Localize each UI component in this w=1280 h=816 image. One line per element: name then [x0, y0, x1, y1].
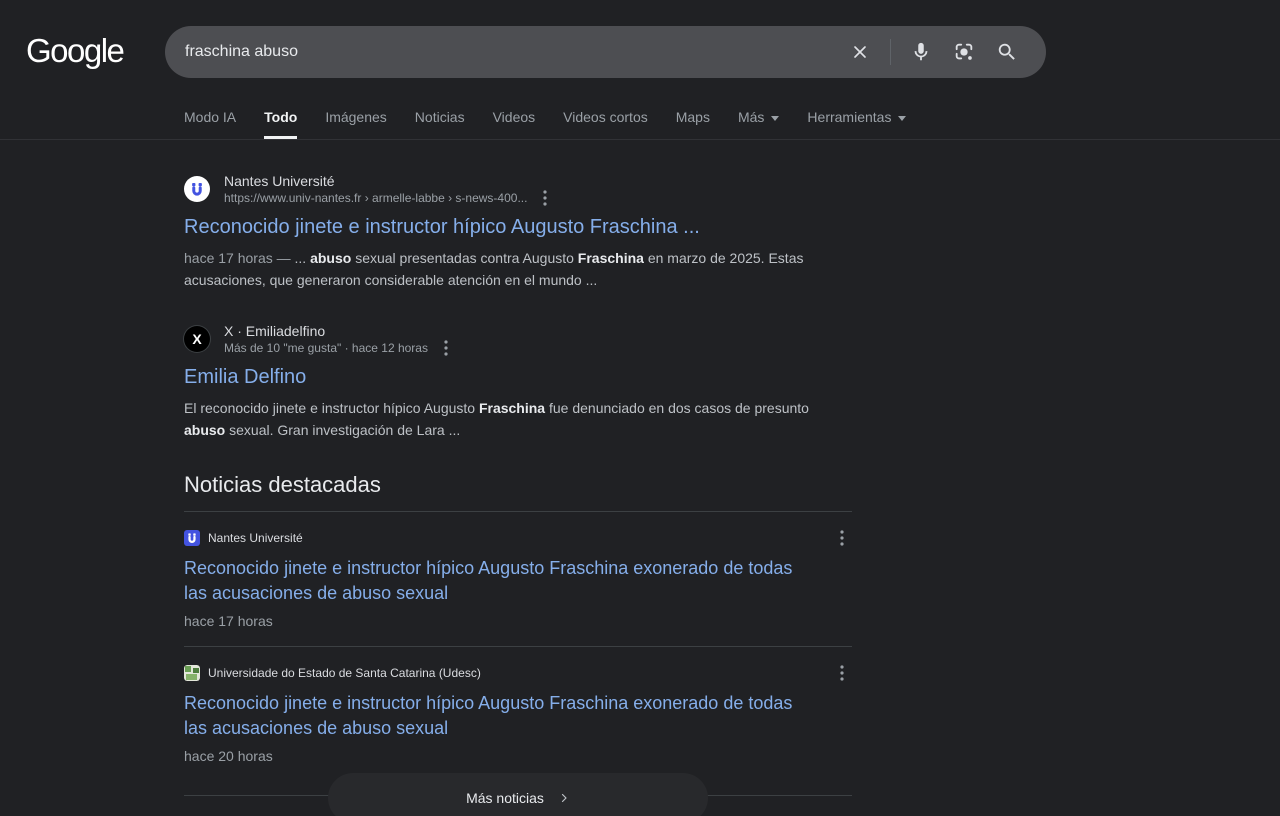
chevron-right-icon — [558, 792, 570, 804]
news-item: Nantes Université Reconocido jinete e in… — [184, 512, 852, 646]
result-more-options-button[interactable] — [541, 190, 549, 206]
tab-videos-cortos[interactable]: Videos cortos — [563, 109, 648, 139]
news-item: Universidade do Estado de Santa Catarina… — [184, 647, 852, 781]
voice-search-button[interactable] — [904, 35, 938, 69]
result-url: https://www.univ-nantes.fr › armelle-lab… — [224, 190, 527, 206]
tab-noticias[interactable]: Noticias — [415, 109, 465, 139]
search-bar-divider — [890, 39, 891, 65]
top-stories-section: Noticias destacadas Nantes Université — [184, 471, 852, 781]
header-divider — [0, 139, 1280, 140]
nantes-universite-favicon-icon — [184, 530, 200, 546]
chevron-down-icon — [898, 116, 906, 121]
news-source-name: Nantes Université — [208, 531, 303, 545]
google-logo[interactable]: Google — [26, 32, 121, 70]
news-timestamp: hace 20 horas — [184, 747, 852, 765]
news-title-link[interactable]: Reconocido jinete e instructor hípico Au… — [184, 556, 794, 606]
google-lens-icon — [953, 41, 975, 63]
more-news-label: Más noticias — [466, 790, 544, 806]
result-title-link[interactable]: Emilia Delfino — [184, 365, 852, 390]
result-more-options-button[interactable] — [442, 340, 450, 356]
news-title-link[interactable]: Reconocido jinete e instructor hípico Au… — [184, 691, 794, 741]
result-source-link[interactable]: X X · Emiliadelfino Más de 10 "me gusta"… — [184, 322, 852, 356]
search-input[interactable]: fraschina abuso — [185, 43, 843, 61]
google-search-results-page: Google fraschina abuso — [0, 0, 1280, 816]
udesc-favicon-icon — [184, 665, 200, 681]
tab-maps[interactable]: Maps — [676, 109, 710, 139]
search-results: Nantes Université https://www.univ-nante… — [184, 172, 852, 781]
microphone-icon — [910, 41, 932, 63]
result-site-name: X · Emiliadelfino — [224, 322, 450, 340]
search-bar[interactable]: fraschina abuso — [165, 26, 1046, 78]
search-result-nantes: Nantes Université https://www.univ-nante… — [184, 172, 852, 291]
news-more-options-button[interactable] — [838, 665, 846, 681]
tab-herramientas[interactable]: Herramientas — [807, 109, 906, 139]
tab-modo-ia[interactable]: Modo IA — [184, 109, 236, 139]
search-icon — [996, 41, 1018, 63]
result-snippet: hace 17 horas — ... abuso sexual present… — [184, 247, 852, 291]
top-stories-heading: Noticias destacadas — [184, 471, 852, 499]
result-source-link[interactable]: Nantes Université https://www.univ-nante… — [184, 172, 852, 206]
close-icon — [850, 42, 870, 62]
result-site-name: Nantes Université — [224, 172, 549, 190]
result-title-link[interactable]: Reconocido jinete e instructor hípico Au… — [184, 215, 852, 240]
vertical-dots-icon — [543, 190, 547, 206]
nantes-universite-favicon-icon — [184, 176, 210, 202]
result-type-tabs: Modo IA Todo Imágenes Noticias Videos Vi… — [184, 109, 1280, 139]
news-more-options-button[interactable] — [838, 530, 846, 546]
vertical-dots-icon — [840, 530, 844, 546]
result-meta: Más de 10 "me gusta" · hace 12 horas — [224, 340, 428, 356]
tab-imagenes[interactable]: Imágenes — [325, 109, 386, 139]
lens-search-button[interactable] — [947, 35, 981, 69]
search-bar-icons — [843, 35, 1024, 69]
clear-search-button[interactable] — [843, 35, 877, 69]
chevron-down-icon — [771, 116, 779, 121]
tab-videos[interactable]: Videos — [493, 109, 536, 139]
x-twitter-favicon-icon: X — [184, 326, 210, 352]
more-news-button[interactable]: Más noticias — [328, 773, 708, 816]
vertical-dots-icon — [840, 665, 844, 681]
result-snippet: El reconocido jinete e instructor hípico… — [184, 397, 852, 441]
search-submit-button[interactable] — [990, 35, 1024, 69]
news-timestamp: hace 17 horas — [184, 612, 852, 630]
tab-todo[interactable]: Todo — [264, 109, 297, 139]
tab-mas[interactable]: Más — [738, 109, 779, 139]
search-result-x-emiliadelfino: X X · Emiliadelfino Más de 10 "me gusta"… — [184, 322, 852, 441]
search-header: Google fraschina abuso — [0, 0, 1280, 78]
news-source-name: Universidade do Estado de Santa Catarina… — [208, 666, 481, 680]
vertical-dots-icon — [444, 340, 448, 356]
